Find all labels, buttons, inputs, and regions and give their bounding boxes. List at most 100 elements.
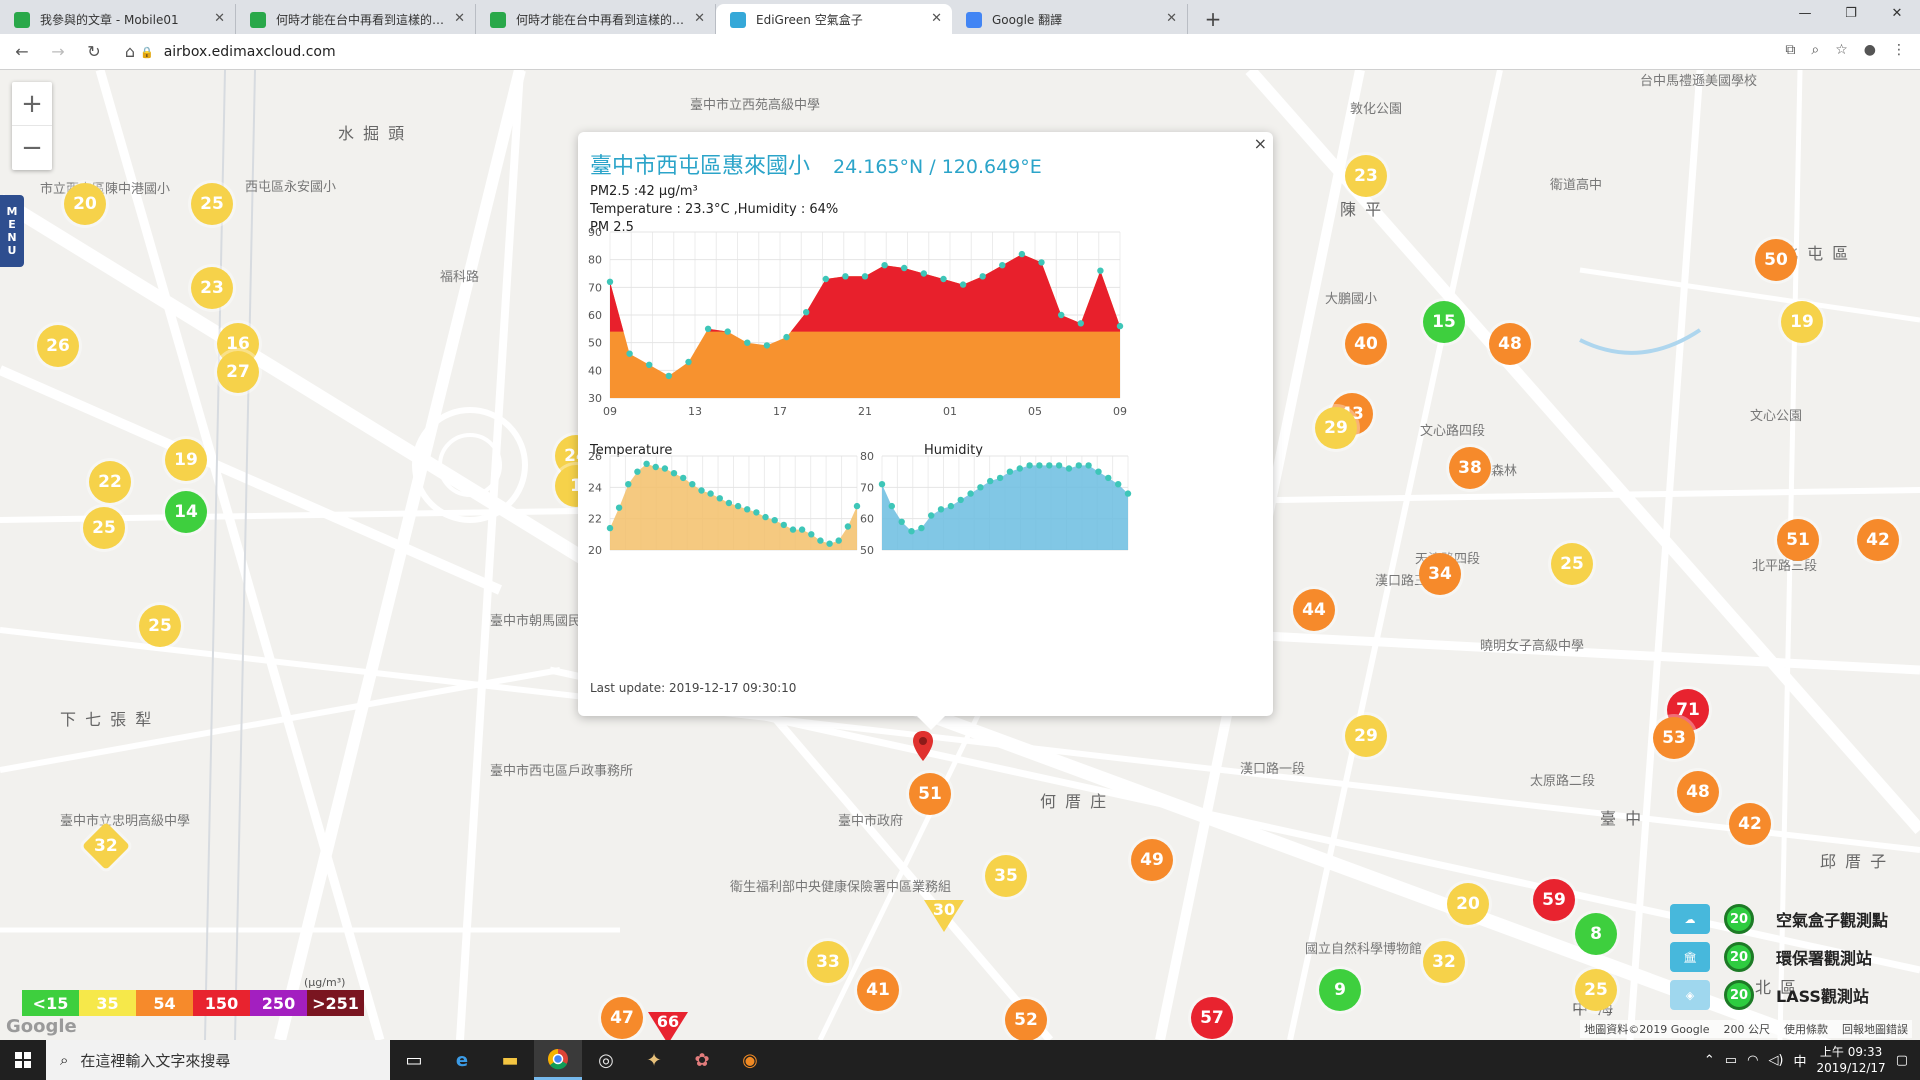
data-point: [844, 523, 852, 530]
battery-icon[interactable]: ▭: [1725, 1053, 1737, 1068]
airbox-marker[interactable]: 34: [1419, 553, 1461, 595]
browser-menu-icon[interactable]: ⋮: [1892, 42, 1906, 58]
volume-icon[interactable]: ◁): [1768, 1053, 1783, 1068]
airbox-marker[interactable]: 57: [1191, 997, 1233, 1039]
airbox-marker[interactable]: 52: [1005, 999, 1047, 1040]
task-view-icon[interactable]: ▭: [390, 1040, 438, 1080]
lass-station-marker[interactable]: 66: [646, 1010, 690, 1040]
airbox-marker[interactable]: 25: [1551, 543, 1593, 585]
lock-icon[interactable]: 🔒: [140, 46, 154, 59]
browser-tab[interactable]: 何時才能在台中再看到這樣的藍天？ ✕: [236, 4, 476, 34]
airbox-marker[interactable]: 9: [1319, 969, 1361, 1011]
lass-station-marker[interactable]: 30: [922, 898, 966, 938]
aqi-scale-level: 35: [79, 990, 136, 1016]
airbox-marker[interactable]: 19: [165, 439, 207, 481]
browser-tab[interactable]: 何時才能在台中再看到這樣的藍天？ ✕: [476, 4, 716, 34]
translate-icon[interactable]: ⧉: [1785, 42, 1795, 58]
map-scale[interactable]: 200 公尺: [1724, 1021, 1771, 1037]
airbox-marker[interactable]: 14: [165, 491, 207, 533]
app-paint-icon[interactable]: ✿: [678, 1040, 726, 1080]
app-circle-icon[interactable]: ◎: [582, 1040, 630, 1080]
tab-close-icon[interactable]: ✕: [454, 11, 465, 26]
airbox-marker[interactable]: 48: [1677, 771, 1719, 813]
airbox-marker[interactable]: 33: [807, 941, 849, 983]
airbox-marker[interactable]: 42: [1857, 519, 1899, 561]
station-legend-row[interactable]: 🏛 20 環保署觀測站: [1670, 938, 1900, 976]
address-bar[interactable]: 🔒 airbox.edimaxcloud.com: [140, 38, 1740, 66]
account-icon[interactable]: ●: [1864, 42, 1876, 58]
browser-tab[interactable]: EdiGreen 空氣盒子 ✕: [716, 4, 952, 34]
marker-value: 66: [656, 1012, 680, 1031]
airbox-marker[interactable]: 8: [1575, 913, 1617, 955]
file-explorer-icon[interactable]: ▬: [486, 1040, 534, 1080]
bookmark-star-icon[interactable]: ☆: [1835, 42, 1848, 58]
airbox-marker[interactable]: 48: [1489, 323, 1531, 365]
back-icon[interactable]: ←: [8, 42, 36, 61]
airbox-marker[interactable]: 50: [1755, 239, 1797, 281]
airbox-marker[interactable]: 20: [64, 183, 106, 225]
zoom-out-button[interactable]: −: [12, 126, 52, 170]
airbox-marker[interactable]: 49: [1131, 839, 1173, 881]
zoom-icon[interactable]: ⌕: [1811, 42, 1819, 58]
taskbar-search[interactable]: ⌕ 在這裡輸入文字來搜尋: [46, 1040, 390, 1080]
ime-indicator[interactable]: 中: [1794, 1051, 1807, 1070]
airbox-marker[interactable]: 20: [1447, 883, 1489, 925]
airbox-marker[interactable]: 42: [1729, 803, 1771, 845]
start-button[interactable]: [0, 1040, 46, 1080]
airbox-marker[interactable]: 25: [139, 605, 181, 647]
station-legend-row[interactable]: ◈ 20 LASS觀測站: [1670, 976, 1900, 1014]
new-tab-button[interactable]: +: [1198, 4, 1228, 34]
edge-icon[interactable]: e: [438, 1040, 486, 1080]
notification-icon[interactable]: ▢: [1896, 1053, 1908, 1068]
airbox-marker[interactable]: 41: [857, 969, 899, 1011]
wifi-icon[interactable]: ◠: [1747, 1053, 1758, 1068]
minimize-button[interactable]: —: [1782, 0, 1828, 28]
tab-close-icon[interactable]: ✕: [694, 11, 705, 26]
airbox-marker[interactable]: 19: [1781, 301, 1823, 343]
airbox-marker[interactable]: 25: [191, 183, 233, 225]
clock[interactable]: 上午 09:33 2019/12/17: [1817, 1044, 1886, 1076]
airbox-marker[interactable]: 53: [1653, 717, 1695, 759]
airbox-marker[interactable]: 59: [1533, 879, 1575, 921]
tab-close-icon[interactable]: ✕: [214, 11, 225, 26]
blender-icon[interactable]: ◉: [726, 1040, 774, 1080]
browser-tab[interactable]: Google 翻譯 ✕: [952, 4, 1188, 34]
station-legend-row[interactable]: ☁ 20 空氣盒子觀測點: [1670, 900, 1900, 938]
airbox-marker[interactable]: 44: [1293, 589, 1335, 631]
tab-close-icon[interactable]: ✕: [931, 11, 942, 26]
airbox-marker[interactable]: 29: [1315, 407, 1357, 449]
airbox-marker[interactable]: 35: [985, 855, 1027, 897]
browser-tab[interactable]: 我參與的文章 - Mobile01 ✕: [0, 4, 236, 34]
airbox-marker[interactable]: 22: [89, 461, 131, 503]
forward-icon[interactable]: →: [44, 42, 72, 61]
airbox-marker[interactable]: 51: [909, 773, 951, 815]
airbox-marker[interactable]: 47: [601, 997, 643, 1039]
airbox-marker[interactable]: 40: [1345, 323, 1387, 365]
tab-close-icon[interactable]: ✕: [1166, 11, 1177, 26]
airbox-marker[interactable]: 29: [1345, 715, 1387, 757]
airbox-marker[interactable]: 23: [1345, 155, 1387, 197]
close-window-button[interactable]: ✕: [1874, 0, 1920, 28]
airbox-marker[interactable]: 15: [1423, 301, 1465, 343]
airbox-marker[interactable]: 32: [1423, 941, 1465, 983]
airbox-marker[interactable]: 25: [83, 507, 125, 549]
airbox-marker[interactable]: 38: [1449, 447, 1491, 489]
selected-location-pin[interactable]: [912, 730, 934, 762]
airbox-marker[interactable]: 23: [191, 267, 233, 309]
airbox-marker[interactable]: 51: [1777, 519, 1819, 561]
airbox-marker[interactable]: 26: [37, 325, 79, 367]
terms-link[interactable]: 使用條款: [1784, 1021, 1828, 1037]
tray-chevron-icon[interactable]: ⌃: [1704, 1053, 1715, 1068]
airbox-marker[interactable]: 27: [217, 351, 259, 393]
maximize-button[interactable]: ❐: [1828, 0, 1874, 28]
url-text[interactable]: airbox.edimaxcloud.com: [164, 44, 336, 60]
side-menu-button[interactable]: M E N U: [0, 195, 24, 267]
report-error-link[interactable]: 回報地圖錯誤: [1842, 1021, 1908, 1037]
app-bird-icon[interactable]: ✦: [630, 1040, 678, 1080]
map-canvas[interactable]: 水 掘 頭臺中市立西苑高級中學 敦化公園 台中馬禮遜美國學校陳 平衛道高中北 屯 區…: [0, 70, 1920, 1040]
airbox-marker[interactable]: 25: [1575, 969, 1617, 1011]
station-legend-label: 環保署觀測站: [1776, 949, 1873, 968]
chrome-icon[interactable]: [534, 1040, 582, 1080]
reload-icon[interactable]: ↻: [80, 42, 108, 61]
zoom-in-button[interactable]: +: [12, 82, 52, 126]
